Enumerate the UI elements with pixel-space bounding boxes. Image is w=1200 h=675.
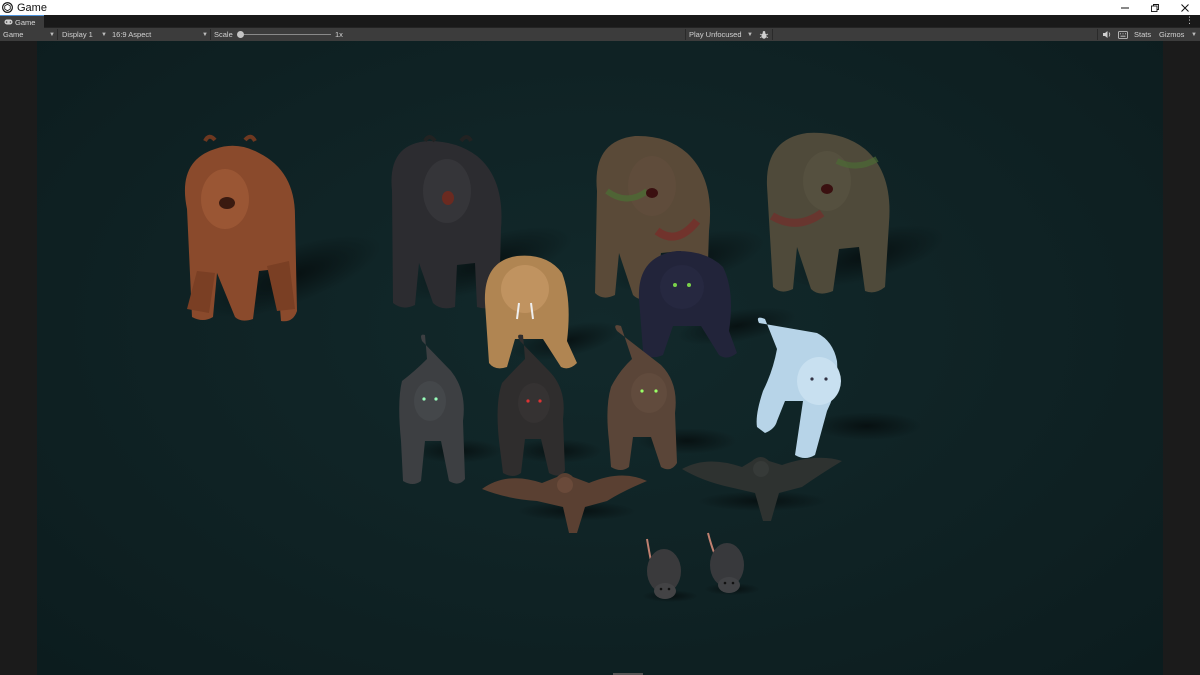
minimize-icon xyxy=(1121,7,1129,8)
divider xyxy=(1097,29,1098,40)
game-view-panel xyxy=(0,41,1200,675)
chevron-down-icon: ▼ xyxy=(101,31,107,38)
restore-button[interactable] xyxy=(1140,0,1170,15)
tab-label: Game xyxy=(15,17,36,27)
view-mode-dropdown[interactable]: Game ▼ xyxy=(3,28,55,41)
gizmos-dropdown[interactable]: Gizmos ▼ xyxy=(1159,28,1197,41)
stats-toggle[interactable]: Stats xyxy=(1134,28,1151,41)
game-viewport[interactable] xyxy=(37,41,1163,675)
divider xyxy=(685,29,686,40)
restore-icon xyxy=(1151,3,1159,12)
window-title: Game xyxy=(17,1,47,14)
scale-label: Scale xyxy=(214,30,233,39)
bug-icon xyxy=(759,30,769,39)
mute-audio-button[interactable] xyxy=(1101,28,1113,41)
gamepad-icon xyxy=(4,19,13,25)
ice-wolf xyxy=(756,317,922,458)
divider xyxy=(210,29,211,40)
gizmos-label: Gizmos xyxy=(1159,30,1185,39)
speaker-icon xyxy=(1103,31,1111,38)
more-options-icon[interactable]: ⋮ xyxy=(1185,16,1194,26)
window-title-bar: Game xyxy=(0,0,1200,15)
keyboard-icon xyxy=(1118,30,1128,39)
chevron-down-icon: ▼ xyxy=(49,31,55,38)
debug-button[interactable] xyxy=(758,28,770,41)
chevron-down-icon: ▼ xyxy=(202,31,208,38)
divider xyxy=(772,29,773,40)
dark-bat xyxy=(682,457,842,521)
aspect-dropdown[interactable]: 16:9 Aspect ▼ xyxy=(112,28,208,41)
close-button[interactable] xyxy=(1170,0,1200,15)
chevron-down-icon: ▼ xyxy=(1191,31,1197,38)
zombie-bear xyxy=(766,132,945,294)
scale-slider-thumb[interactable] xyxy=(237,31,244,38)
rat xyxy=(704,532,760,595)
brown-bat xyxy=(482,473,647,533)
game-view-toolbar: Game ▼ Display 1 ▼ 16:9 Aspect ▼ Scale 1… xyxy=(0,28,1200,41)
grey-wolf xyxy=(399,334,502,484)
play-mode-label: Play Unfocused xyxy=(689,30,742,39)
minimize-button[interactable] xyxy=(1110,0,1140,15)
view-mode-label: Game xyxy=(3,30,24,39)
brown-bear xyxy=(184,134,382,322)
close-icon xyxy=(1181,3,1189,12)
play-mode-dropdown[interactable]: Play Unfocused ▼ xyxy=(689,28,753,41)
display-dropdown[interactable]: Display 1 ▼ xyxy=(62,28,107,41)
chevron-down-icon: ▼ xyxy=(747,31,753,38)
scale-slider[interactable] xyxy=(239,34,331,35)
tab-bar: Game ⋮ xyxy=(0,15,1200,28)
scene-render xyxy=(184,132,945,602)
keyboard-shortcuts-button[interactable] xyxy=(1117,28,1129,41)
tab-game[interactable]: Game xyxy=(0,15,44,28)
divider xyxy=(57,29,58,40)
aspect-label: 16:9 Aspect xyxy=(112,30,152,39)
unity-logo-icon xyxy=(2,2,13,13)
rat xyxy=(642,538,698,602)
scale-value: 1x xyxy=(335,30,343,39)
display-label: Display 1 xyxy=(62,30,93,39)
